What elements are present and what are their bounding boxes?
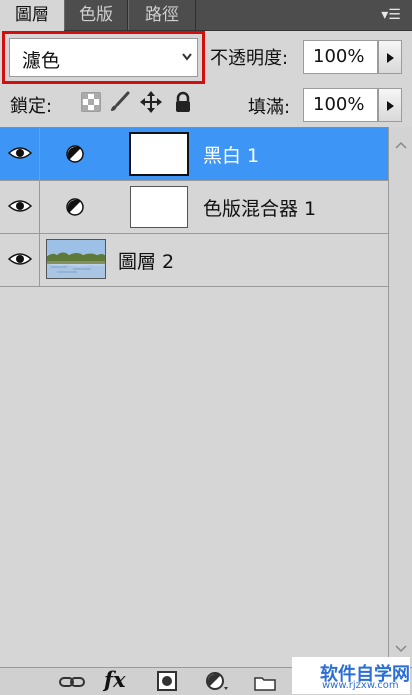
layer-row[interactable]: 圖層 2 — [0, 234, 388, 287]
layer-mask-thumbnail[interactable] — [129, 132, 189, 176]
tab-paths[interactable]: 路徑 — [128, 0, 196, 30]
eye-icon — [8, 253, 32, 265]
triangle-right-icon — [387, 101, 394, 111]
new-group-icon[interactable] — [254, 673, 276, 693]
triangle-right-icon — [387, 53, 394, 63]
fill-input[interactable]: 100% — [303, 88, 378, 122]
tab-channels[interactable]: 色版 — [64, 0, 128, 30]
visibility-toggle[interactable] — [0, 128, 40, 180]
panel-menu-icon[interactable]: ▾☰ — [376, 6, 406, 26]
landscape-thumbnail-image — [47, 240, 105, 278]
layer-mask-thumbnail[interactable] — [130, 186, 188, 228]
fill-label: 填滿: — [248, 97, 291, 118]
tab-bar: 圖層 色版 路徑 ▾☰ — [0, 0, 412, 31]
chevron-down-icon — [182, 53, 192, 61]
link-layers-icon[interactable] — [58, 672, 86, 692]
chevron-up-icon[interactable] — [395, 141, 407, 149]
layer-list-scrollbar[interactable] — [388, 127, 412, 667]
lock-all-icon[interactable] — [172, 91, 194, 113]
lock-move-icon[interactable] — [140, 91, 162, 113]
blend-mode-dropdown[interactable]: 濾色 — [9, 38, 198, 77]
fill-slider-button[interactable] — [378, 88, 402, 122]
lock-label: 鎖定: — [10, 96, 53, 117]
visibility-toggle[interactable] — [0, 181, 40, 233]
add-mask-icon[interactable] — [157, 671, 177, 691]
opacity-input[interactable]: 100% — [303, 40, 378, 74]
eye-icon — [8, 147, 32, 159]
layer-name: 圖層 2 — [118, 251, 175, 273]
visibility-toggle[interactable] — [0, 234, 40, 286]
layer-row[interactable]: 色版混合器 1 — [0, 181, 388, 234]
blend-mode-value: 濾色 — [22, 50, 61, 72]
new-adjustment-icon[interactable] — [206, 671, 228, 691]
adjustment-layer-icon — [66, 145, 84, 163]
lock-paint-icon[interactable] — [108, 91, 130, 113]
layer-row[interactable]: 黑白 1 — [0, 128, 388, 181]
layer-name: 黑白 1 — [203, 145, 260, 167]
eye-icon — [8, 200, 32, 212]
blend-mode-highlight: 濾色 — [2, 31, 205, 84]
tab-layers[interactable]: 圖層 — [0, 0, 64, 31]
layer-list: 黑白 1 色版混合器 1 圖層 2 — [0, 127, 388, 668]
lock-transparent-icon[interactable] — [80, 91, 102, 113]
layer-image-thumbnail[interactable] — [46, 239, 106, 279]
adjustment-layer-icon — [66, 198, 84, 216]
watermark-url: www.rjzxw.com — [322, 680, 399, 691]
layer-name: 色版混合器 1 — [203, 198, 317, 220]
fx-icon[interactable]: fx — [104, 667, 126, 692]
opacity-label: 不透明度: — [210, 48, 289, 69]
opacity-slider-button[interactable] — [378, 40, 402, 74]
chevron-down-icon[interactable] — [395, 645, 407, 653]
